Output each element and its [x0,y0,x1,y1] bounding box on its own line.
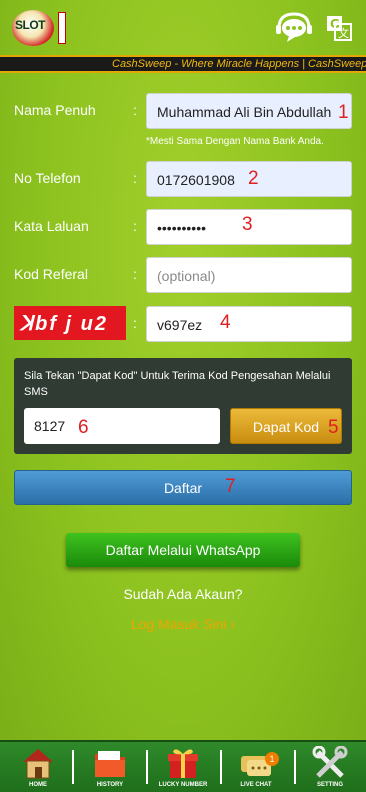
home-icon [23,749,53,779]
nav-lucky-number[interactable]: LUCKY NUMBER [151,744,215,792]
referral-label: Kod Referal [14,266,88,282]
phone-label: No Telefon [14,170,81,186]
nav-divider [294,750,296,784]
nav-setting-label: SETTING [316,782,343,788]
chevron-right-icon: › [230,616,236,632]
have-account-text: Sudah Ada Akaun? [123,586,243,602]
announcement-marquee: CashSweep - Where Miracle Happens | Cash… [0,55,366,73]
logo-text: SLOT [15,18,46,32]
whatsapp-register-button[interactable]: Daftar Melalui WhatsApp [66,533,300,567]
annotation-4: 4 [220,312,231,333]
nav-history-label: HISTORY [96,782,124,788]
wrench-icon [312,746,348,778]
colon: : [133,315,137,331]
nav-divider [146,750,148,784]
get-code-label: Dapat Kod [252,419,320,435]
nav-setting[interactable]: SETTING [298,744,362,792]
full-name-input[interactable]: Muhammad Ali Bin Abdullah [146,93,352,129]
password-label: Kata Laluan [14,218,89,234]
sms-code-input[interactable]: 8127 [24,408,220,444]
colon: : [133,102,137,118]
login-link-label: Log Masuk Sini [130,616,227,632]
colon: : [133,218,137,234]
captcha-text: ꓘbf j u2 [20,313,109,335]
site-logo[interactable]: SLOT [12,8,68,48]
colon: : [133,170,137,186]
nav-lucky-label: LUCKY NUMBER [158,782,208,788]
nav-divider [72,750,74,784]
annotation-7: 7 [225,476,236,497]
get-code-button[interactable]: Dapat Kod [230,408,342,444]
nav-live-chat[interactable]: 1 LIVE CHAT [224,744,288,792]
nav-home-label: HOME [29,782,47,788]
nav-home[interactable]: HOME [6,744,70,792]
marquee-text: CashSweep - Where Miracle Happens | Cash… [112,58,366,70]
captcha-image[interactable]: ꓘbf j u2 [14,306,126,340]
folder-icon [95,751,125,777]
annotation-3: 3 [242,214,253,235]
top-bar: SLOT G 文 [0,0,366,55]
register-button[interactable]: Daftar [14,470,352,505]
nav-history[interactable]: HISTORY [78,744,142,792]
register-label: Daftar [163,480,203,496]
annotation-5: 5 [328,417,339,438]
gift-icon [168,749,198,778]
svg-text:文: 文 [338,26,349,40]
annotation-6: 6 [78,417,89,438]
logo-tag [58,12,66,44]
nav-chat-label: LIVE CHAT [240,782,272,788]
chat-badge: 1 [265,752,279,766]
bottom-nav: HOME HISTORY LUCKY NUMBER 1 LIVE CHAT SE… [0,740,366,792]
annotation-1: 1 [338,102,349,123]
referral-input[interactable]: (optional) [146,257,352,293]
sms-instruction: Sila Tekan "Dapat Kod" Untuk Terima Kod … [24,370,331,398]
colon: : [133,266,137,282]
captcha-input[interactable]: v697ez [146,306,352,342]
login-link[interactable]: Log Masuk Sini › [0,616,366,632]
name-hint: *Mesti Sama Dengan Nama Bank Anda. [146,136,324,147]
annotation-2: 2 [248,168,259,189]
sms-verification-box: Sila Tekan "Dapat Kod" Untuk Terima Kod … [14,358,352,454]
full-name-label: Nama Penuh [14,102,96,118]
live-chat-icon[interactable] [275,10,313,44]
translate-icon[interactable]: G 文 [326,15,352,41]
nav-divider [220,750,222,784]
